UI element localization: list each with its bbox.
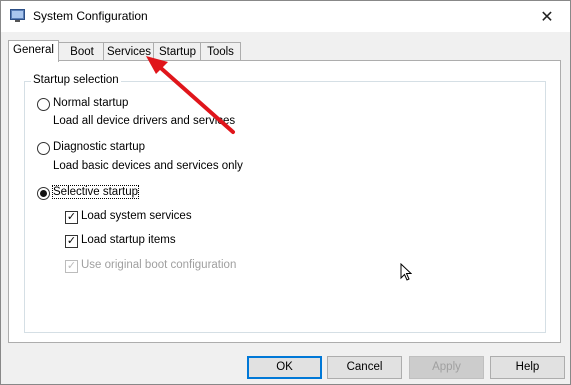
startup-selection-group: Startup selection Normal startup Load al… — [24, 74, 546, 333]
selective-startup-radio[interactable] — [37, 187, 50, 200]
close-icon: ✕ — [540, 8, 554, 26]
tab-general[interactable]: General — [8, 40, 59, 62]
startup-selection-title: Startup selection — [31, 74, 121, 86]
use-original-boot-config-checkbox: ✓ — [65, 260, 78, 273]
checkmark-icon: ✓ — [66, 235, 77, 247]
load-system-services-checkbox[interactable]: ✓ — [65, 211, 78, 224]
annotation-arrow-icon — [146, 56, 235, 134]
checkmark-icon: ✓ — [66, 211, 77, 223]
normal-startup-radio[interactable] — [37, 98, 50, 111]
apply-button: Apply — [409, 356, 484, 379]
help-button[interactable]: Help — [490, 356, 565, 379]
close-button[interactable]: ✕ — [524, 1, 570, 32]
cancel-button[interactable]: Cancel — [327, 356, 402, 379]
load-startup-items-label[interactable]: Load startup items — [81, 234, 176, 246]
diagnostic-startup-label[interactable]: Diagnostic startup — [53, 141, 145, 153]
window-title: System Configuration — [33, 9, 148, 23]
mouse-cursor-icon — [400, 263, 412, 281]
general-tab-panel: Startup selection Normal startup Load al… — [8, 60, 561, 343]
selective-startup-label[interactable]: Selective startup — [51, 185, 140, 199]
system-configuration-window: System Configuration ✕ General Boot Serv… — [0, 0, 571, 385]
diagnostic-startup-radio[interactable] — [37, 142, 50, 155]
checkmark-icon: ✓ — [66, 260, 77, 272]
title-bar: System Configuration ✕ — [1, 1, 570, 32]
load-startup-items-checkbox[interactable]: ✓ — [65, 235, 78, 248]
load-system-services-label[interactable]: Load system services — [81, 210, 192, 222]
tab-boot[interactable]: Boot — [58, 42, 106, 61]
system-configuration-app-icon — [10, 9, 25, 22]
use-original-boot-config-label: Use original boot configuration — [81, 259, 237, 271]
diagnostic-startup-description: Load basic devices and services only — [53, 160, 243, 172]
ok-button[interactable]: OK — [247, 356, 322, 379]
normal-startup-label[interactable]: Normal startup — [53, 97, 128, 109]
